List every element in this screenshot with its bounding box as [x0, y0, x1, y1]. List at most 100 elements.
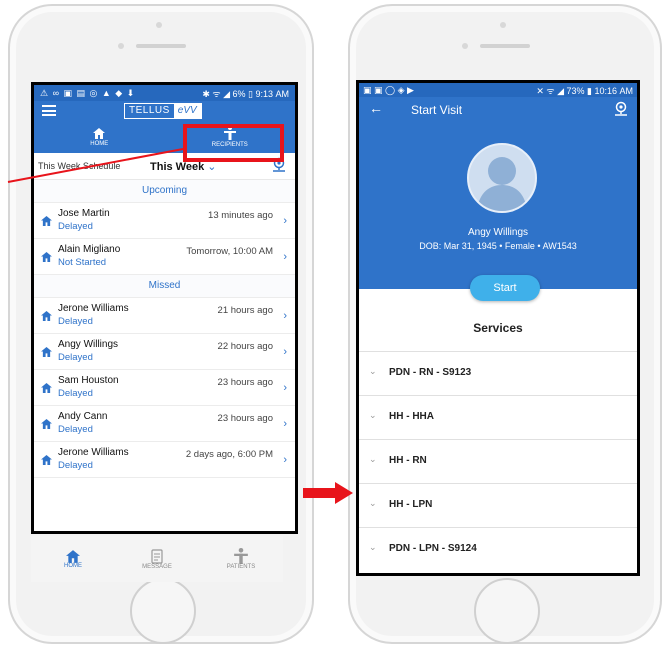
back-arrow-icon[interactable]: ← [369, 100, 383, 116]
home-icon [93, 127, 106, 139]
visit-status: Delayed [58, 221, 93, 232]
chevron-right-icon: › [283, 310, 287, 322]
bottom-nav-message-label: MESSAGE [142, 563, 172, 570]
section-header-missed: Missed [34, 275, 295, 298]
home-icon [41, 252, 52, 262]
home-icon [41, 383, 52, 393]
service-label: HH - RN [389, 455, 427, 466]
user-silhouette-icon [477, 157, 527, 211]
service-item[interactable]: ⌄ HH - HHA [359, 395, 637, 440]
patient-name: Jerone Williams [58, 303, 129, 314]
status-bar: ⚠ ∞ ▣ ▤ ◎ ▲ ◆ ⬇ ✱ ᯤ ◢ 6% ▯ 9:13 AM [34, 85, 295, 101]
status-icons-left: ▣ ▣ ◯ ◈ ▶ [363, 84, 414, 95]
chevron-down-icon: ⌄ [369, 410, 377, 420]
start-button[interactable]: Start [470, 275, 540, 301]
app-bar: TELLUS eVV [34, 101, 295, 121]
tab-home-label: HOME [90, 140, 109, 147]
list-item[interactable]: Alain Migliano Not Started Tomorrow, 10:… [34, 239, 295, 275]
bottom-nav-message[interactable]: MESSAGE [115, 536, 199, 582]
visit-status: Not Started [58, 257, 107, 268]
service-item[interactable]: ⌄ PDN - RN - S9123 [359, 351, 637, 396]
visit-status: Delayed [58, 316, 93, 327]
logo-evv: eVV [173, 104, 201, 118]
visit-status: Delayed [58, 388, 93, 399]
home-icon [66, 549, 80, 563]
list-item[interactable]: Andy Cann Delayed 23 hours ago › [34, 406, 295, 442]
patient-name: Jerone Williams [58, 447, 129, 458]
bottom-nav: HOME MESSAGE PATIENTS [31, 536, 283, 582]
avatar [467, 143, 537, 213]
highlight-box [183, 124, 284, 162]
arrow-right-icon [303, 482, 353, 504]
chevron-right-icon: › [283, 251, 287, 263]
page-title: Start Visit [411, 103, 463, 117]
chevron-down-icon: ⌄ [369, 366, 377, 376]
camera-dot [156, 22, 162, 28]
status-icons-left: ⚠ ∞ ▣ ▤ ◎ ▲ ◆ ⬇ [40, 87, 136, 98]
patient-details: DOB: Mar 31, 1945 • Female • AW1543 [419, 241, 577, 251]
chevron-right-icon: › [283, 346, 287, 358]
right-app-screen: ▣ ▣ ◯ ◈ ▶ ✕ ᯤ ◢ 73% ▮ 10:16 AM ← Start V… [356, 80, 640, 576]
person-icon [234, 548, 248, 564]
patient-name: Sam Houston [58, 375, 119, 386]
home-icon [41, 347, 52, 357]
home-icon [41, 311, 52, 321]
visit-time: 2 days ago, 6:00 PM [185, 449, 273, 460]
status-right: ✕ ᯤ ◢ 73% ▮ 10:16 AM [536, 85, 633, 96]
chevron-right-icon: › [283, 382, 287, 394]
visit-time: 13 minutes ago [208, 210, 273, 221]
logo-text: TELLUS [129, 105, 170, 116]
list-item[interactable]: Sam Houston Delayed 23 hours ago › [34, 370, 295, 406]
list-item[interactable]: Jerone Williams Delayed 2 days ago, 6:00… [34, 442, 295, 478]
tellus-logo: TELLUS eVV [124, 103, 202, 119]
home-hardware-button[interactable] [130, 578, 196, 644]
status-bar: ▣ ▣ ◯ ◈ ▶ ✕ ᯤ ◢ 73% ▮ 10:16 AM [359, 83, 637, 97]
chevron-right-icon: › [283, 454, 287, 466]
service-label: PDN - RN - S9123 [389, 367, 472, 378]
visit-time: 23 hours ago [217, 413, 273, 424]
chevron-down-icon: ⌄ [369, 454, 377, 464]
visit-status: Delayed [58, 424, 93, 435]
visit-time: 22 hours ago [217, 341, 273, 352]
bottom-nav-patients-label: PATIENTS [226, 564, 256, 570]
service-label: HH - HHA [389, 411, 434, 422]
patient-name: Jose Martin [58, 208, 110, 219]
service-item[interactable]: ⌄ PDN - LPN - S9124 [359, 527, 637, 572]
chevron-right-icon: › [283, 215, 287, 227]
visit-time: Tomorrow, 10:00 AM [186, 246, 273, 257]
bottom-nav-home[interactable]: HOME [31, 536, 115, 582]
hamburger-menu-icon[interactable] [42, 105, 56, 116]
bottom-nav-patients[interactable]: PATIENTS [199, 536, 283, 582]
service-item[interactable]: ⌄ HH - RN [359, 439, 637, 484]
chevron-down-icon: ⌄ [207, 160, 217, 173]
service-label: HH - LPN [389, 499, 433, 510]
status-right: ✱ ᯤ ◢ 6% ▯ 9:13 AM [202, 88, 289, 99]
tab-home[interactable]: HOME [34, 121, 165, 153]
week-filter-value: This Week [150, 160, 205, 173]
front-sensor [118, 43, 124, 49]
visit-status: Delayed [58, 352, 93, 363]
home-icon [41, 419, 52, 429]
section-header-upcoming: Upcoming [34, 180, 295, 203]
map-pin-icon[interactable] [613, 101, 629, 117]
speaker-slot [480, 44, 530, 48]
speaker-slot [136, 44, 186, 48]
patient-name: Andy Cann [58, 411, 108, 422]
camera-dot [500, 22, 506, 28]
patient-name: Alain Migliano [58, 244, 121, 255]
service-item[interactable]: ⌄ HH - LPN [359, 483, 637, 528]
services-header: Services [473, 321, 523, 335]
list-item[interactable]: Jerone Williams Delayed 21 hours ago › [34, 298, 295, 334]
chevron-down-icon: ⌄ [369, 542, 377, 552]
home-hardware-button[interactable] [474, 578, 540, 644]
service-label: PDN - LPN - S9124 [389, 543, 477, 554]
patient-header: ▣ ▣ ◯ ◈ ▶ ✕ ᯤ ◢ 73% ▮ 10:16 AM ← Start V… [359, 83, 637, 289]
list-item[interactable]: Angy Willings Delayed 22 hours ago › [34, 334, 295, 370]
chevron-down-icon: ⌄ [369, 498, 377, 508]
app-bar: ← Start Visit [359, 97, 637, 123]
patient-name: Angy Willings [467, 227, 529, 238]
home-icon [41, 455, 52, 465]
patient-name: Angy Willings [58, 339, 119, 350]
message-icon [151, 548, 163, 564]
list-item[interactable]: Jose Martin Delayed 13 minutes ago › [34, 203, 295, 239]
